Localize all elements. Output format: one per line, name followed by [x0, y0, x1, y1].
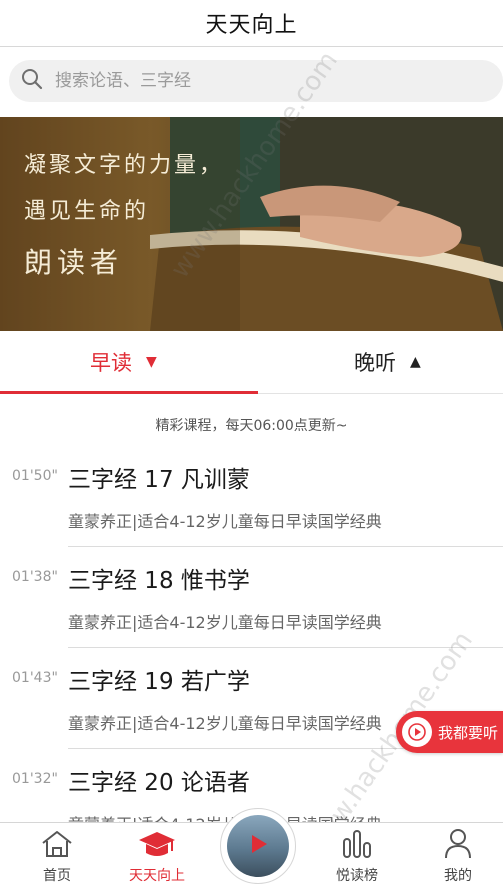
user-icon	[418, 823, 498, 859]
nav-label: 天天向上	[129, 868, 185, 884]
lesson-duration: 01'43"	[12, 670, 58, 686]
banner-slogan-line-3: 朗读者	[24, 246, 124, 279]
lesson-title: 三字经 19 若广学	[68, 669, 250, 695]
nav-reading-rank[interactable]: 悦读榜	[317, 823, 397, 889]
lesson-description: 童蒙养正|适合4-12岁儿童每日早读国学经典	[68, 613, 382, 632]
play-icon	[402, 717, 432, 747]
lesson-duration: 01'50"	[12, 468, 58, 484]
play-all-button[interactable]: 我都要听	[396, 711, 503, 753]
lesson-description: 童蒙养正|适合4-12岁儿童每日早读国学经典	[68, 714, 382, 733]
tab-label: 早读	[90, 351, 132, 375]
lesson-list: 01'50" 三字经 17 凡训蒙 童蒙养正|适合4-12岁儿童每日早读国学经典…	[0, 446, 503, 850]
nav-mine[interactable]: 我的	[418, 823, 498, 889]
home-icon	[17, 823, 97, 859]
bar-chart-icon	[317, 823, 397, 859]
lesson-title: 三字经 20 论语者	[68, 770, 250, 796]
nav-label: 我的	[444, 868, 472, 884]
banner-slogan-line-2: 遇见生命的	[24, 199, 150, 224]
update-notice: 精彩课程，每天06:00点更新~	[155, 418, 348, 434]
banner-slogan-line-1: 凝聚文字的力量，	[24, 153, 225, 178]
active-tab-indicator	[0, 391, 258, 394]
nav-daily[interactable]: 天天向上	[117, 823, 197, 889]
lesson-duration: 01'32"	[12, 771, 58, 787]
play-all-label: 我都要听	[438, 723, 499, 742]
caret-down-icon: ▼	[146, 354, 157, 370]
lesson-item[interactable]: 01'38" 三字经 18 惟书学 童蒙养正|适合4-12岁儿童每日早读国学经典	[0, 547, 503, 648]
album-cover	[227, 815, 289, 877]
banner[interactable]: 凝聚文字的力量， 遇见生命的 朗读者	[0, 117, 503, 331]
tab-bar: 早读 ▼ 晚听 ▲	[0, 331, 503, 394]
lesson-title: 三字经 17 凡训蒙	[68, 467, 250, 493]
now-playing-button[interactable]	[220, 808, 296, 884]
tab-label: 晚听	[354, 351, 396, 375]
search-icon	[21, 68, 43, 94]
caret-up-icon: ▲	[410, 354, 421, 370]
search-bar[interactable]	[9, 60, 503, 102]
nav-home[interactable]: 首页	[17, 823, 97, 889]
tab-morning-reading[interactable]: 早读 ▼	[90, 331, 157, 393]
lesson-item[interactable]: 01'50" 三字经 17 凡训蒙 童蒙养正|适合4-12岁儿童每日早读国学经典	[0, 446, 503, 547]
nav-label: 首页	[43, 868, 71, 884]
top-bar: 天天向上	[0, 0, 503, 47]
graduation-cap-icon	[117, 823, 197, 859]
lesson-description: 童蒙养正|适合4-12岁儿童每日早读国学经典	[68, 512, 382, 531]
page-title: 天天向上	[205, 13, 298, 38]
nav-label: 悦读榜	[336, 868, 378, 884]
lesson-duration: 01'38"	[12, 569, 58, 585]
search-input[interactable]	[53, 70, 457, 92]
play-icon	[245, 831, 271, 861]
tab-evening-listening[interactable]: 晚听 ▲	[354, 331, 421, 393]
lesson-title: 三字经 18 惟书学	[68, 568, 250, 594]
